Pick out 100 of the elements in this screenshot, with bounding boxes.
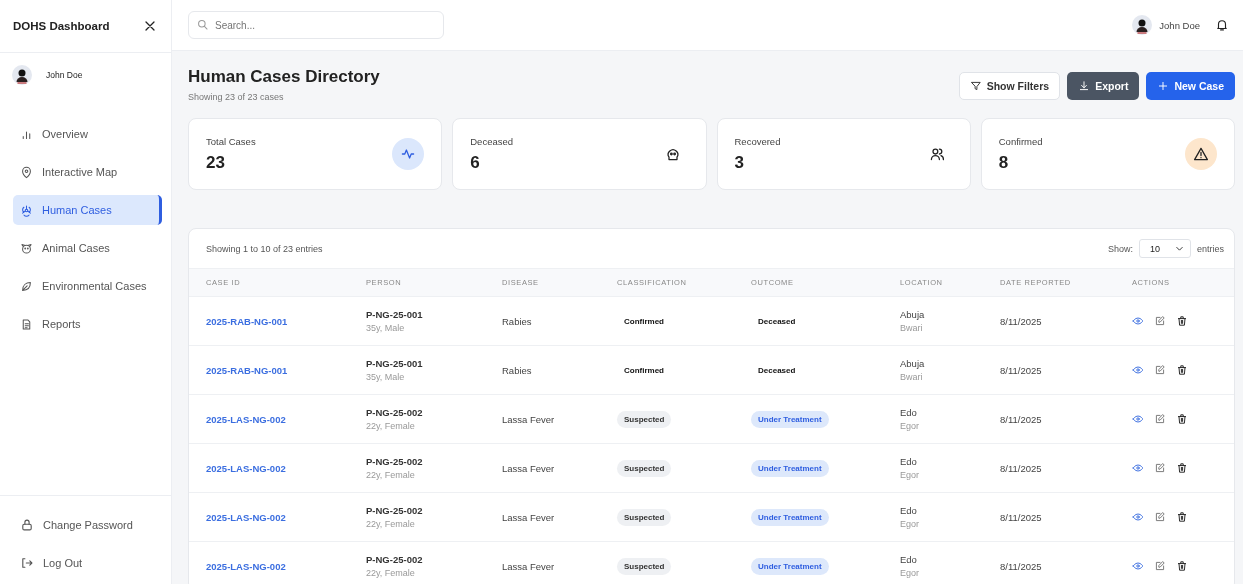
skull-icon [664,146,681,162]
export-button[interactable]: Export [1067,72,1140,100]
area-text: Egor [900,470,920,480]
new-case-button[interactable]: New Case [1146,72,1235,100]
date-text: 8/11/2025 [1000,315,1043,327]
disease-text: Lassa Fever [502,560,556,572]
trash-icon[interactable] [1176,315,1188,327]
date-text: 8/11/2025 [1000,462,1043,474]
edit-icon[interactable] [1154,511,1166,523]
trash-icon[interactable] [1176,560,1188,572]
entries-label: entries [1197,243,1224,254]
trash-icon[interactable] [1176,511,1188,523]
outcome-badge: Under Treatment [751,557,829,575]
location-text: Edo [900,505,918,516]
person-id: P-NG-25-002 [366,505,424,516]
eye-icon[interactable] [1132,315,1144,327]
user-name: John Doe [1159,19,1200,31]
app-title: DOHS Dashboard [13,20,110,32]
date-text: 8/11/2025 [1000,560,1043,572]
page-size-select[interactable]: 10 [1138,239,1191,258]
bell-icon[interactable] [1215,18,1229,32]
eye-icon[interactable] [1132,511,1144,523]
trash-icon[interactable] [1176,462,1188,474]
person-id: P-NG-25-001 [366,358,424,369]
stat-label: Confirmed [998,135,1043,147]
case-id-link[interactable]: 2025-LAS-NG-002 [206,560,366,572]
nav-item[interactable]: Reports [13,309,162,339]
edit-icon[interactable] [1154,462,1166,474]
filter-button[interactable]: Show Filters [958,72,1061,100]
case-id-link[interactable]: 2025-RAB-NG-001 [206,364,366,376]
outcome-label: Deceased [757,364,797,377]
trash-icon[interactable] [1176,413,1188,425]
person-detail: 35y, Male [366,323,406,333]
edit-icon[interactable] [1154,560,1166,572]
trash-icon[interactable] [1176,364,1188,376]
search-field[interactable]: Search... [188,11,444,39]
download-icon [1078,80,1091,92]
person-detail: 22y, Female [366,421,416,431]
outcome-badge: Under Treatment [751,459,829,477]
search-icon [196,18,209,31]
disease-text: Lassa Fever [502,413,556,425]
biohazard-icon [20,203,33,217]
location-text: Edo [900,456,918,467]
date-text: 8/11/2025 [1000,364,1043,376]
avatar [1132,15,1153,35]
classification-label: Confirmed [623,364,665,377]
location-text: Edo [900,554,918,565]
person-id: P-NG-25-002 [366,554,424,565]
case-id-link[interactable]: 2025-LAS-NG-002 [206,462,366,474]
stat-value: 3 [734,152,745,173]
person-detail: 22y, Female [366,470,416,480]
edit-icon[interactable] [1154,413,1166,425]
person-detail: 35y, Male [366,372,406,382]
stat-label: Total Cases [206,135,256,147]
area-text: Egor [900,568,920,578]
leaf-icon [20,279,33,293]
disease-text: Lassa Fever [502,511,556,523]
person-detail: 22y, Female [366,568,416,578]
case-id-link[interactable]: 2025-LAS-NG-002 [206,511,366,523]
stat-label: Recovered [734,135,781,147]
lock-icon [20,518,34,532]
nav-item[interactable]: Overview [13,119,162,149]
area-text: Bwari [900,372,924,382]
stat-value: 23 [206,152,226,173]
case-id-link[interactable]: 2025-LAS-NG-002 [206,413,366,425]
classification-badge: Suspected [617,557,672,575]
person-id: P-NG-25-002 [366,456,424,467]
location-text: Edo [900,407,918,418]
user-name: John Doe [46,70,83,80]
classification-badge: Suspected [617,459,672,477]
disease-text: Lassa Fever [502,462,556,474]
person-id: P-NG-25-002 [366,407,424,418]
avatar [12,65,32,85]
location-text: Abuja [900,309,926,320]
warning-badge-icon [1185,138,1217,170]
eye-icon[interactable] [1132,462,1144,474]
person-id: P-NG-25-001 [366,309,424,320]
nav-item[interactable]: Log Out [13,548,162,578]
case-id-link[interactable]: 2025-RAB-NG-001 [206,315,366,327]
eye-icon[interactable] [1132,560,1144,572]
disease-text: Rabies [502,364,533,376]
eye-icon[interactable] [1132,413,1144,425]
logout-icon [20,556,34,570]
nav-item[interactable]: Human Cases [13,195,162,225]
stat-value: 8 [998,152,1010,173]
show-label: Show: [1107,243,1133,254]
nav-item[interactable]: Interactive Map [13,157,162,187]
users-icon [928,146,945,162]
nav-item[interactable]: Animal Cases [13,233,162,263]
date-text: 8/11/2025 [1000,511,1043,523]
nav-item[interactable]: Environmental Cases [13,271,162,301]
animal-face-icon [20,241,33,255]
area-text: Egor [900,421,920,431]
document-icon [20,317,33,331]
edit-icon[interactable] [1154,315,1166,327]
filter-icon [969,80,982,92]
edit-icon[interactable] [1154,364,1166,376]
date-text: 8/11/2025 [1000,413,1043,425]
nav-item[interactable]: Change Password [13,510,162,540]
eye-icon[interactable] [1132,364,1144,376]
